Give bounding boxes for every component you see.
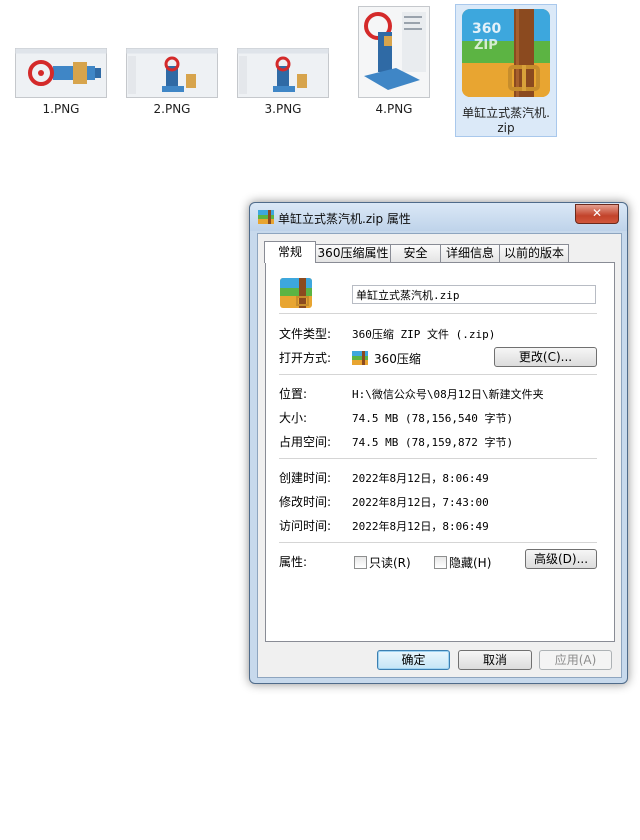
- zip-file-icon[interactable]: 360 ZIP 单缸立式蒸汽机. zip: [455, 4, 557, 137]
- modified-value: 2022年8月12日，7:43:00: [352, 496, 489, 509]
- advanced-button[interactable]: 高级(D)...: [525, 549, 597, 569]
- readonly-checkbox[interactable]: [354, 556, 367, 569]
- file-name-field[interactable]: 单缸立式蒸汽机.zip: [352, 285, 596, 304]
- accessed-label: 访问时间:: [279, 519, 332, 533]
- location-value: H:\微信公众号\08月12日\新建文件夹: [352, 388, 544, 401]
- tab-360-compress[interactable]: 360压缩属性: [315, 244, 391, 262]
- type-value: 360压缩 ZIP 文件 (.zip): [352, 328, 496, 341]
- svg-text:360: 360: [472, 21, 501, 37]
- 360-zip-app-icon: [352, 351, 368, 365]
- file-name-label-line2: zip: [497, 121, 515, 135]
- disk-size-label: 占用空间:: [279, 435, 332, 449]
- separator: [279, 458, 597, 459]
- location-label: 位置:: [279, 387, 308, 401]
- separator: [279, 313, 597, 314]
- file-name-label: 4.PNG: [375, 102, 413, 116]
- svg-text:ZIP: ZIP: [474, 38, 498, 53]
- image-thumbnail-icon: [358, 6, 430, 98]
- archive-icon: [280, 278, 312, 308]
- size-value: 74.5 MB (78,156,540 字节): [352, 412, 514, 425]
- hidden-label[interactable]: 隐藏(H): [449, 554, 491, 571]
- properties-dialog: 单缸立式蒸汽机.zip 属性 ✕ 常规 360压缩属性 安全 详细信息 以前的版…: [249, 202, 628, 684]
- close-button[interactable]: ✕: [575, 204, 619, 224]
- cancel-button[interactable]: 取消: [458, 650, 532, 670]
- file-name-label: 3.PNG: [264, 102, 302, 116]
- tab-details[interactable]: 详细信息: [440, 244, 500, 262]
- open-with-value: 360压缩: [374, 352, 421, 366]
- separator: [279, 542, 597, 543]
- accessed-value: 2022年8月12日，8:06:49: [352, 520, 489, 533]
- file-icon-1[interactable]: 1.PNG: [11, 40, 111, 122]
- image-thumbnail-icon: [15, 48, 107, 98]
- general-panel: 单缸立式蒸汽机.zip 文件类型: 360压缩 ZIP 文件 (.zip) 打开…: [265, 262, 615, 642]
- created-label: 创建时间:: [279, 471, 332, 485]
- hidden-checkbox[interactable]: [434, 556, 447, 569]
- disk-size-value: 74.5 MB (78,159,872 字节): [352, 436, 514, 449]
- dialog-client-area: 常规 360压缩属性 安全 详细信息 以前的版本 单缸立式蒸汽机.zip 文件类…: [257, 233, 622, 678]
- file-name-label: 1.PNG: [42, 102, 80, 116]
- file-icon-4[interactable]: 4.PNG: [344, 4, 444, 122]
- image-thumbnail-icon: [126, 48, 218, 98]
- attributes-label: 属性:: [279, 555, 308, 569]
- tab-general[interactable]: 常规: [264, 241, 316, 263]
- file-name-label: 2.PNG: [153, 102, 191, 116]
- type-label: 文件类型:: [279, 327, 332, 341]
- image-thumbnail-icon: [237, 48, 329, 98]
- ok-button[interactable]: 确定: [377, 650, 450, 670]
- created-value: 2022年8月12日，8:06:49: [352, 472, 489, 485]
- change-button[interactable]: 更改(C)...: [494, 347, 597, 367]
- tab-previous-versions[interactable]: 以前的版本: [499, 244, 569, 262]
- archive-icon: 360 ZIP: [462, 9, 550, 97]
- separator: [279, 374, 597, 375]
- zip-archive-icon: [258, 210, 274, 224]
- modified-label: 修改时间:: [279, 495, 332, 509]
- file-icon-2[interactable]: 2.PNG: [122, 40, 222, 122]
- tab-security[interactable]: 安全: [390, 244, 441, 262]
- open-with-label: 打开方式:: [279, 351, 332, 365]
- dialog-title: 单缸立式蒸汽机.zip 属性: [278, 212, 411, 226]
- file-name-label-line1: 单缸立式蒸汽机.: [462, 106, 550, 120]
- readonly-label[interactable]: 只读(R): [369, 554, 411, 571]
- apply-button[interactable]: 应用(A): [539, 650, 612, 670]
- title-bar[interactable]: 单缸立式蒸汽机.zip 属性 ✕: [250, 203, 627, 231]
- file-icon-3[interactable]: 3.PNG: [233, 40, 333, 122]
- size-label: 大小:: [279, 411, 308, 425]
